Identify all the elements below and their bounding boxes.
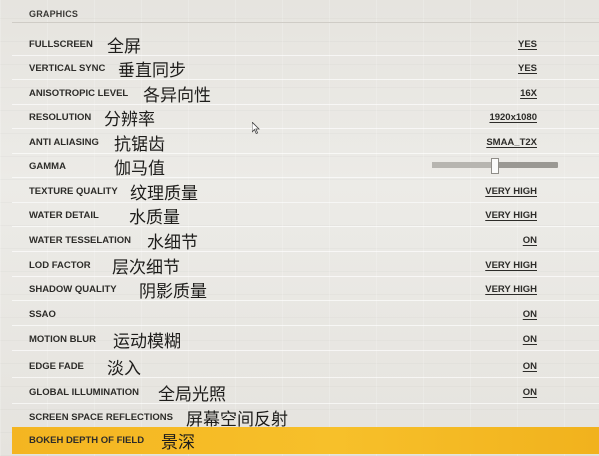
- header-divider: [12, 22, 599, 23]
- setting-row[interactable]: GAMMA 伽马值: [12, 153, 599, 179]
- setting-label: FULLSCREEN: [29, 39, 93, 50]
- section-title: GRAPHICS: [29, 9, 79, 19]
- setting-value[interactable]: YES: [518, 39, 537, 50]
- setting-value[interactable]: VERY HIGH: [485, 210, 537, 221]
- setting-label: TEXTURE QUALITY: [29, 186, 118, 197]
- setting-translation: 垂直同步: [118, 61, 186, 81]
- setting-translation: 阴影质量: [139, 282, 207, 302]
- setting-label: ANTI ALIASING: [29, 137, 99, 148]
- setting-row[interactable]: WATER TESSELATION 水细节 ON: [12, 227, 599, 253]
- setting-label: GAMMA: [29, 161, 66, 172]
- setting-value[interactable]: YES: [518, 63, 537, 74]
- setting-value[interactable]: ON: [523, 235, 537, 246]
- slider-fill: [432, 162, 495, 168]
- setting-label: GLOBAL ILLUMINATION: [29, 387, 139, 398]
- setting-translation: 全局光照: [158, 385, 226, 405]
- setting-label: BOKEH DEPTH OF FIELD: [29, 435, 145, 446]
- setting-value[interactable]: 1920x1080: [489, 112, 537, 123]
- setting-translation: 淡入: [107, 359, 141, 379]
- setting-translation: 纹理质量: [130, 184, 198, 204]
- setting-row[interactable]: VERTICAL SYNC 垂直同步 YES: [12, 55, 599, 81]
- setting-row[interactable]: RESOLUTION 分辨率 1920x1080: [12, 104, 599, 130]
- setting-translation: 水细节: [147, 233, 198, 253]
- setting-translation: 抗锯齿: [114, 135, 165, 155]
- setting-translation: 水质量: [129, 208, 180, 228]
- setting-label: SHADOW QUALITY: [29, 284, 117, 295]
- setting-row[interactable]: GLOBAL ILLUMINATION 全局光照 ON: [12, 379, 599, 405]
- setting-label: RESOLUTION: [29, 112, 92, 123]
- setting-label: SCREEN SPACE REFLECTIONS: [29, 412, 173, 423]
- setting-row[interactable]: BOKEH DEPTH OF FIELD 景深: [12, 427, 599, 454]
- setting-translation: 伽马值: [114, 159, 165, 179]
- setting-label: ANISOTROPIC LEVEL: [29, 88, 129, 99]
- setting-row[interactable]: SHADOW QUALITY 阴影质量 VERY HIGH: [12, 276, 599, 302]
- setting-row[interactable]: WATER DETAIL 水质量 VERY HIGH: [12, 202, 599, 228]
- setting-row[interactable]: MOTION BLUR 运动模糊 ON: [12, 326, 599, 352]
- setting-row[interactable]: EDGE FADE 淡入 ON: [12, 353, 599, 379]
- setting-value[interactable]: 16X: [520, 88, 537, 99]
- setting-label: MOTION BLUR: [29, 334, 97, 345]
- setting-label: EDGE FADE: [29, 361, 84, 372]
- setting-row[interactable]: ANTI ALIASING 抗锯齿 SMAA_T2X: [12, 129, 599, 155]
- setting-translation: 分辨率: [104, 110, 155, 130]
- setting-translation: 各异向性: [143, 86, 211, 106]
- setting-value[interactable]: ON: [523, 361, 537, 372]
- setting-label: WATER TESSELATION: [29, 235, 132, 246]
- setting-label: LOD FACTOR: [29, 260, 91, 271]
- setting-translation: 全屏: [107, 37, 141, 57]
- setting-row[interactable]: SCREEN SPACE REFLECTIONS 屏幕空间反射: [12, 404, 599, 430]
- setting-label: SSAO: [29, 309, 56, 320]
- setting-row[interactable]: FULLSCREEN 全屏 YES: [12, 31, 599, 57]
- setting-translation: 景深: [161, 433, 195, 453]
- setting-row[interactable]: SSAO ON: [12, 301, 599, 326]
- gamma-slider[interactable]: [432, 158, 558, 174]
- setting-row[interactable]: TEXTURE QUALITY 纹理质量 VERY HIGH: [12, 178, 599, 204]
- setting-row[interactable]: LOD FACTOR 层次细节 VERY HIGH: [12, 252, 599, 278]
- setting-value[interactable]: ON: [523, 309, 537, 320]
- slider-thumb[interactable]: [491, 158, 499, 174]
- setting-value[interactable]: VERY HIGH: [485, 284, 537, 295]
- setting-translation: 层次细节: [112, 258, 180, 278]
- setting-label: VERTICAL SYNC: [29, 63, 106, 74]
- setting-row[interactable]: ANISOTROPIC LEVEL 各异向性 16X: [12, 80, 599, 106]
- setting-value[interactable]: SMAA_T2X: [486, 137, 537, 148]
- setting-value[interactable]: VERY HIGH: [485, 260, 537, 271]
- setting-translation: 运动模糊: [113, 332, 181, 352]
- setting-value[interactable]: VERY HIGH: [485, 186, 537, 197]
- setting-value[interactable]: ON: [523, 334, 537, 345]
- setting-value[interactable]: ON: [523, 387, 537, 398]
- setting-label: WATER DETAIL: [29, 210, 99, 221]
